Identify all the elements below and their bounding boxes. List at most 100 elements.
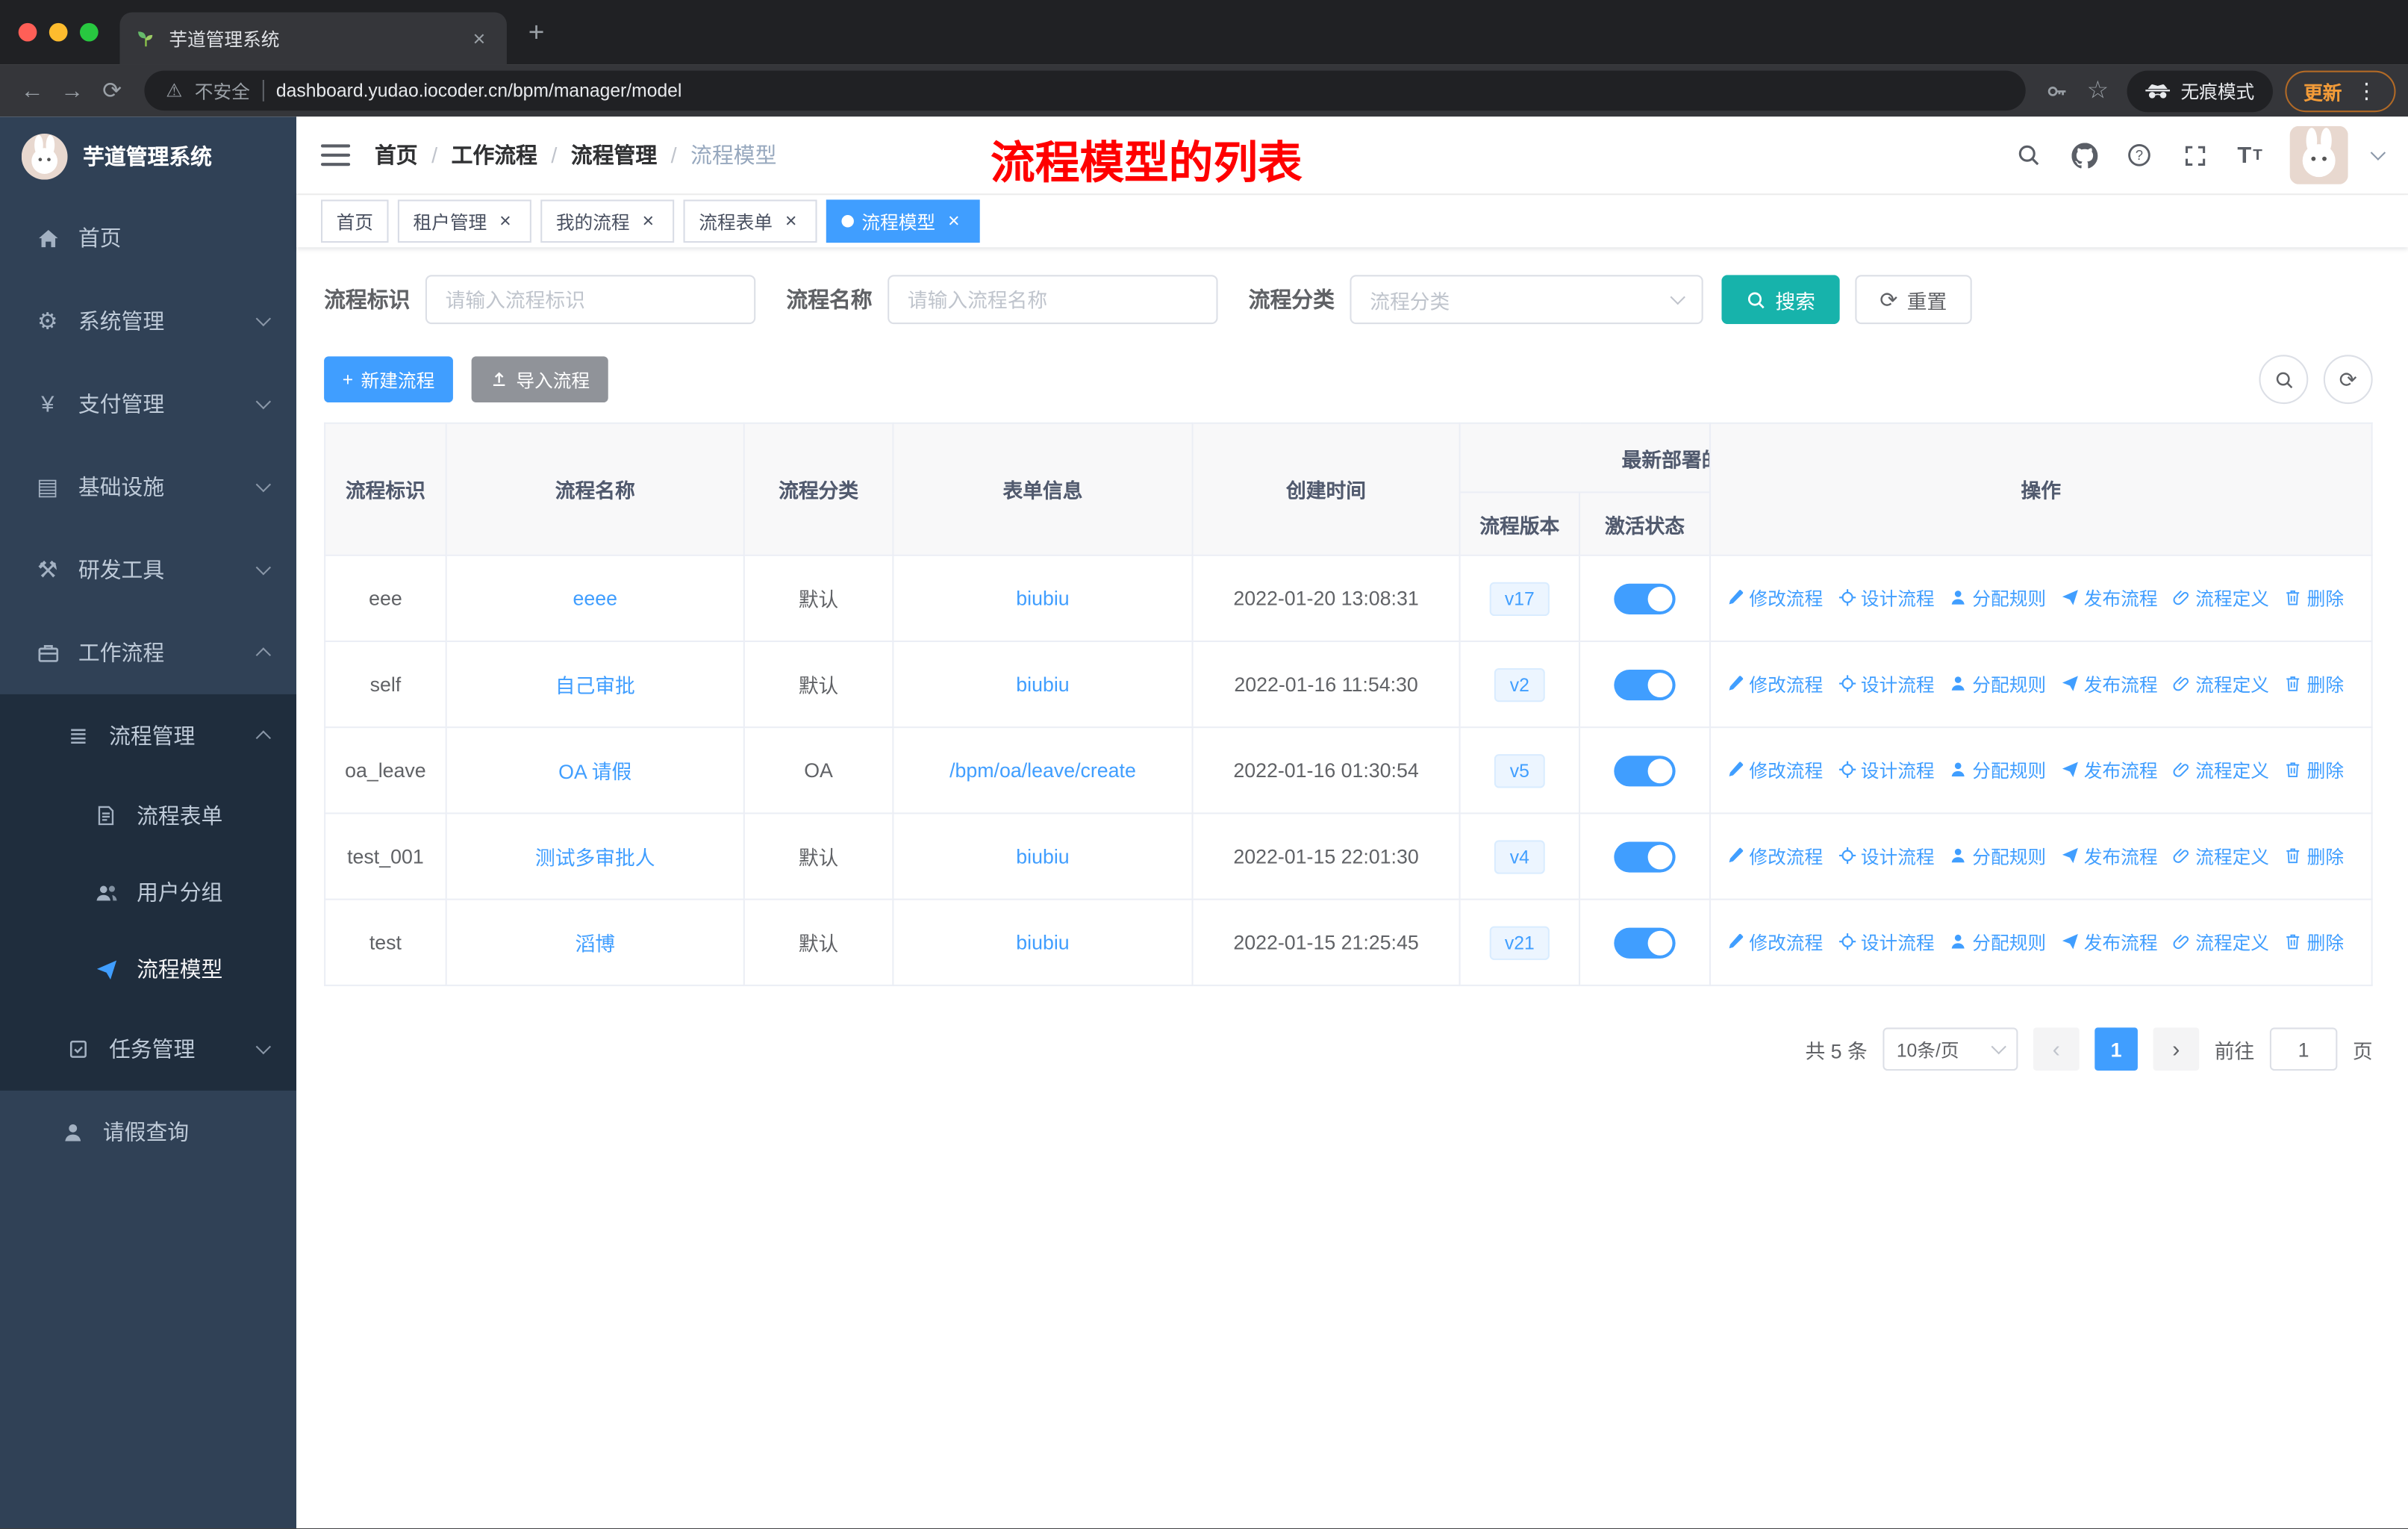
new-tab-button[interactable]: + [507,16,566,49]
avatar[interactable] [2289,125,2348,184]
form-link[interactable]: biubiu [1016,587,1069,610]
fullscreen-icon[interactable] [2179,140,2209,170]
edit-flow-link[interactable]: 修改流程 [1727,585,1823,611]
assign-rule-link[interactable]: 分配规则 [1949,929,2046,955]
sidebar-item-payment[interactable]: ¥ 支付管理 [0,363,296,446]
flow-definition-link[interactable]: 流程定义 [2172,585,2269,611]
sidebar-item-process-form[interactable]: 流程表单 [0,777,296,854]
create-process-button[interactable]: + 新建流程 [324,356,453,403]
close-icon[interactable]: × [943,211,964,232]
process-category-select[interactable]: 流程分类 [1350,275,1703,325]
edit-flow-link[interactable]: 修改流程 [1727,671,1823,697]
close-icon[interactable]: × [495,211,517,232]
publish-flow-link[interactable]: 发布流程 [2061,929,2158,955]
toggle-search-button[interactable] [2259,355,2309,405]
delete-link[interactable]: 删除 [2284,929,2344,955]
tab-close-icon[interactable]: × [467,26,491,51]
search-icon[interactable] [2013,140,2044,170]
assign-rule-link[interactable]: 分配规则 [1949,585,2046,611]
design-flow-link[interactable]: 设计流程 [1838,929,1935,955]
chevron-down-icon[interactable] [2370,145,2386,161]
hamburger-icon[interactable] [320,144,351,166]
refresh-button[interactable]: ⟳ [2323,355,2373,405]
logo[interactable]: 芋道管理系统 [0,116,296,196]
breadcrumb-workflow[interactable]: 工作流程 [452,140,537,170]
reload-icon[interactable]: ⟳ [92,77,131,105]
sidebar-item-system[interactable]: ⚙ 系统管理 [0,279,296,362]
form-link[interactable]: biubiu [1016,931,1069,954]
close-window-button[interactable] [18,22,37,42]
close-icon[interactable]: × [780,211,802,232]
active-toggle[interactable] [1614,582,1676,614]
sidebar-item-leave-query[interactable]: 请假查询 [0,1091,296,1174]
font-size-icon[interactable]: TT [2235,140,2265,170]
sidebar-item-workflow[interactable]: 工作流程 [0,611,296,694]
form-link[interactable]: biubiu [1016,673,1069,696]
flow-definition-link[interactable]: 流程定义 [2172,671,2269,697]
design-flow-link[interactable]: 设计流程 [1838,843,1935,869]
sidebar-item-infra[interactable]: ▤ 基础设施 [0,446,296,529]
import-process-button[interactable]: 导入流程 [471,356,608,403]
flow-definition-link[interactable]: 流程定义 [2172,757,2269,783]
form-link[interactable]: biubiu [1016,845,1069,868]
prev-page-button[interactable]: ‹ [2033,1027,2080,1071]
github-icon[interactable] [2068,140,2099,170]
tag-process-model[interactable]: 流程模型 × [826,199,980,243]
help-icon[interactable]: ? [2124,140,2154,170]
browser-tab[interactable]: 芋道管理系统 × [119,12,507,65]
search-button[interactable]: 搜索 [1721,275,1840,325]
process-name-link[interactable]: OA 请假 [558,760,631,783]
tag-tenant[interactable]: 租户管理 × [397,199,531,243]
design-flow-link[interactable]: 设计流程 [1838,757,1935,783]
back-icon[interactable]: ← [12,78,52,104]
active-toggle[interactable] [1614,755,1676,786]
tag-home[interactable]: 首页 [320,199,389,243]
maximize-window-button[interactable] [79,22,99,42]
delete-link[interactable]: 删除 [2284,585,2344,611]
design-flow-link[interactable]: 设计流程 [1838,585,1935,611]
edit-flow-link[interactable]: 修改流程 [1727,843,1823,869]
next-page-button[interactable]: › [2153,1027,2200,1071]
process-name-link[interactable]: 滔博 [575,932,615,956]
page-size-select[interactable]: 10条/页 [1883,1027,2018,1071]
active-toggle[interactable] [1614,841,1676,872]
flow-definition-link[interactable]: 流程定义 [2172,929,2269,955]
process-name-link[interactable]: eeee [573,587,617,610]
breadcrumb-process-management[interactable]: 流程管理 [571,140,657,170]
publish-flow-link[interactable]: 发布流程 [2061,843,2158,869]
assign-rule-link[interactable]: 分配规则 [1949,843,2046,869]
delete-link[interactable]: 删除 [2284,757,2344,783]
assign-rule-link[interactable]: 分配规则 [1949,757,2046,783]
tag-process-form[interactable]: 流程表单 × [683,199,817,243]
flow-definition-link[interactable]: 流程定义 [2172,843,2269,869]
publish-flow-link[interactable]: 发布流程 [2061,757,2158,783]
publish-flow-link[interactable]: 发布流程 [2061,585,2158,611]
page-number[interactable]: 1 [2094,1027,2138,1071]
edit-flow-link[interactable]: 修改流程 [1727,929,1823,955]
design-flow-link[interactable]: 设计流程 [1838,671,1935,697]
sidebar-item-home[interactable]: 首页 [0,196,296,279]
breadcrumb-home[interactable]: 首页 [375,140,418,170]
process-name-input[interactable] [888,275,1218,325]
address-bar[interactable]: ⚠ 不安全 dashboard.yudao.iocoder.cn/bpm/man… [144,70,2026,111]
delete-link[interactable]: 删除 [2284,671,2344,697]
sidebar-item-process-model[interactable]: 流程模型 [0,931,296,1008]
process-id-input[interactable] [425,275,756,325]
active-toggle[interactable] [1614,927,1676,958]
sidebar-item-process-management[interactable]: ≣ 流程管理 [0,694,296,777]
minimize-window-button[interactable] [49,22,68,42]
key-icon[interactable] [2038,79,2077,102]
sidebar-item-task-management[interactable]: 任务管理 [0,1008,296,1091]
delete-link[interactable]: 删除 [2284,843,2344,869]
form-link[interactable]: /bpm/oa/leave/create [949,759,1136,782]
process-name-link[interactable]: 测试多审批人 [535,847,655,870]
publish-flow-link[interactable]: 发布流程 [2061,671,2158,697]
close-icon[interactable]: × [637,211,659,232]
update-button[interactable]: 更新 ⋮ [2285,69,2396,112]
edit-flow-link[interactable]: 修改流程 [1727,757,1823,783]
assign-rule-link[interactable]: 分配规则 [1949,671,2046,697]
active-toggle[interactable] [1614,668,1676,700]
goto-page-input[interactable] [2269,1027,2338,1071]
sidebar-item-devtools[interactable]: ⚒ 研发工具 [0,529,296,611]
tag-my-process[interactable]: 我的流程 × [540,199,675,243]
